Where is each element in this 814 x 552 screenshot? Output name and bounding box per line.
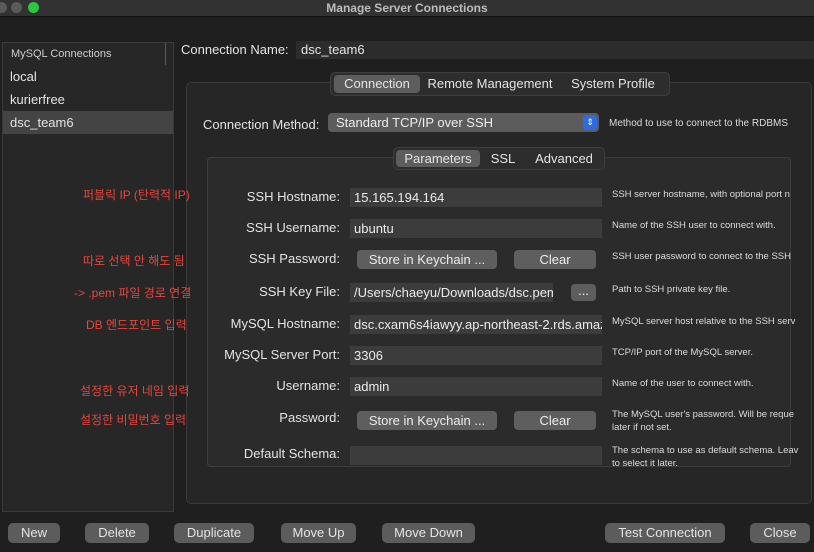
connection-name-label: Connection Name: (181, 42, 289, 57)
connection-method-select[interactable]: Standard TCP/IP over SSH ⇕ (328, 113, 599, 132)
default-schema-input[interactable] (350, 446, 602, 465)
annotation-set-username: 설정한 유저 네임 입력 (80, 384, 190, 398)
ssh-password-label: SSH Password: (248, 251, 340, 266)
password-clear-button[interactable]: Clear (514, 411, 596, 430)
password-store-button[interactable]: Store in Keychain ... (357, 411, 497, 430)
ssh-key-file-label: SSH Key File: (259, 284, 340, 299)
connection-item-kurierfree[interactable]: kurierfree (3, 88, 173, 111)
ssh-key-file-browse-button[interactable]: ... (571, 284, 596, 301)
connection-method-help: Method to use to connect to the RDBMS (609, 118, 788, 129)
password-label: Password: (279, 410, 340, 425)
ssh-hostname-help: SSH server hostname, with optional port … (612, 189, 790, 200)
tab-advanced[interactable]: Advanced (526, 150, 602, 167)
ssh-username-label: SSH Username: (246, 220, 340, 235)
close-button[interactable]: Close (750, 523, 810, 543)
username-label: Username: (276, 378, 340, 393)
duplicate-button[interactable]: Duplicate (174, 523, 254, 543)
annotation-public-ip: 퍼블릭 IP (탄력적 IP) (83, 188, 190, 202)
mysql-port-help: TCP/IP port of the MySQL server. (612, 347, 753, 358)
sub-tabbar: Parameters SSL Advanced (393, 147, 605, 170)
move-up-button[interactable]: Move Up (281, 523, 356, 543)
default-schema-help-line2: to select it later. (612, 458, 679, 469)
annotation-db-endpoint: DB 엔드포인트 입력 (86, 318, 187, 332)
ssh-key-file-help: Path to SSH private key file. (612, 284, 731, 295)
ssh-password-help: SSH user password to connect to the SSH (612, 251, 792, 262)
main-tabbar: Connection Remote Management System Prof… (330, 72, 670, 96)
password-help-line1: The MySQL user's password. Will be reque (612, 409, 795, 420)
tab-connection[interactable]: Connection (334, 75, 420, 93)
ssh-password-store-button[interactable]: Store in Keychain ... (357, 250, 497, 269)
connections-list: local kurierfree dsc_team6 (3, 65, 173, 134)
test-connection-button[interactable]: Test Connection (605, 523, 725, 543)
mysql-hostname-input[interactable]: dsc.cxam6s4iawyy.ap-northeast-2.rds.amaz… (350, 315, 602, 334)
tab-remote-management[interactable]: Remote Management (422, 75, 558, 93)
default-schema-help-line1: The schema to use as default schema. Lea… (612, 445, 799, 456)
mysql-hostname-help: MySQL server host relative to the SSH se… (612, 316, 796, 327)
default-schema-label: Default Schema: (243, 446, 340, 461)
new-button[interactable]: New (8, 523, 60, 543)
default-schema-help: The schema to use as default schema. Lea… (612, 444, 814, 470)
window-title: Manage Server Connections (326, 1, 488, 15)
title-bar: Manage Server Connections (0, 0, 814, 17)
annotation-set-password: 설정한 비밀번호 입력 (80, 413, 187, 427)
connection-method-label: Connection Method: (203, 117, 320, 132)
connections-sidebar: MySQL Connections local kurierfree dsc_t… (2, 42, 174, 512)
mysql-port-label: MySQL Server Port: (224, 347, 340, 362)
tab-ssl[interactable]: SSL (482, 150, 524, 167)
connection-item-local[interactable]: local (3, 65, 173, 88)
password-help-line2: later if not set. (612, 422, 672, 433)
sidebar-header: MySQL Connections (3, 43, 166, 65)
annotation-pem-path: -> .pem 파일 경로 연결 (74, 286, 192, 300)
tab-parameters[interactable]: Parameters (396, 150, 480, 167)
delete-button[interactable]: Delete (85, 523, 149, 543)
password-help: The MySQL user's password. Will be reque… (612, 408, 814, 434)
move-down-button[interactable]: Move Down (382, 523, 475, 543)
connection-method-value: Standard TCP/IP over SSH (336, 115, 494, 130)
tab-system-profile[interactable]: System Profile (560, 75, 666, 93)
ssh-username-help: Name of the SSH user to connect with. (612, 220, 776, 231)
connection-item-dsc-team6[interactable]: dsc_team6 (3, 111, 173, 134)
chevron-updown-icon: ⇕ (583, 115, 597, 130)
ssh-hostname-label: SSH Hostname: (246, 189, 340, 204)
ssh-username-input[interactable]: ubuntu (350, 219, 602, 238)
mysql-hostname-label: MySQL Hostname: (230, 316, 340, 331)
ssh-hostname-input[interactable]: 15.165.194.164 (350, 188, 602, 207)
connection-name-input[interactable]: dsc_team6 (296, 41, 814, 59)
annotation-no-select: 따로 선택 안 해도 됨 (83, 254, 185, 268)
username-help: Name of the user to connect with. (612, 378, 754, 389)
username-input[interactable]: admin (350, 377, 602, 396)
ssh-key-file-input[interactable]: /Users/chaeyu/Downloads/dsc.pem (350, 283, 553, 302)
mysql-port-input[interactable]: 3306 (350, 346, 602, 365)
ssh-password-clear-button[interactable]: Clear (514, 250, 596, 269)
